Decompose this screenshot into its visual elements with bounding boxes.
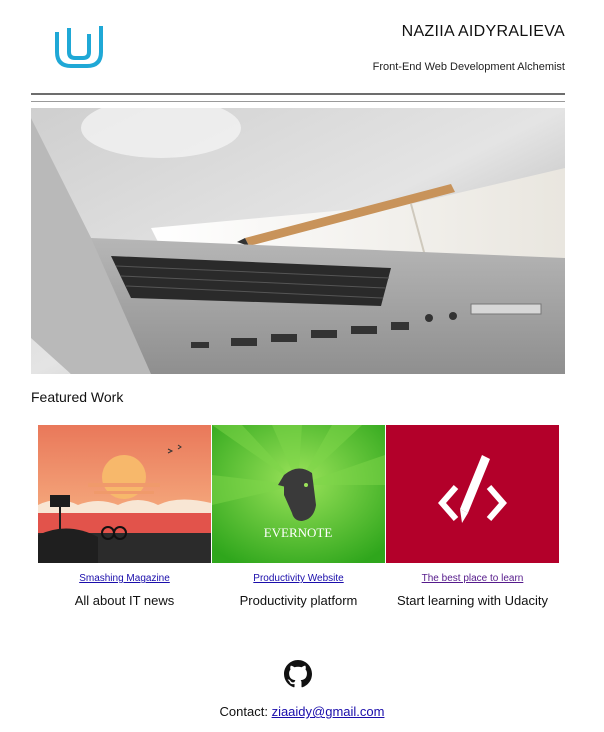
featured-work-heading: Featured Work [31,389,124,405]
productivity-website-link[interactable]: Productivity Website [212,573,385,584]
page-title: NAZIIA AIDYRALIEVA [401,23,565,40]
header-divider [31,93,565,95]
contact-label: Contact: [219,704,268,719]
featured-card-udacity: The best place to learn Start learning w… [386,425,559,608]
udacity-link[interactable]: The best place to learn [386,573,559,584]
email-link[interactable]: ziaaidy@gmail.com [272,704,385,719]
smashing-magazine-image[interactable] [38,425,211,563]
featured-card-evernote: EVERNOTE Productivity Website Productivi… [212,425,385,608]
card-description: Start learning with Udacity [396,593,548,608]
udacity-logo-icon[interactable] [53,22,105,70]
page-header: NAZIIA AIDYRALIEVA Front-End Web Develop… [31,0,565,90]
header-divider-thin [31,101,565,102]
card-description: Productivity platform [239,593,358,608]
smashing-magazine-link[interactable]: Smashing Magazine [38,573,211,584]
hero-image-laptop [31,108,565,374]
tagline: Front-End Web Development Alchemist [372,61,565,73]
featured-card-smashing: Smashing Magazine All about IT news [38,425,211,608]
github-icon[interactable] [284,660,312,688]
card-description: All about IT news [74,593,175,608]
contact-line: Contact: ziaaidy@gmail.com [0,704,604,719]
code-pencil-image[interactable] [386,425,559,563]
evernote-image[interactable]: EVERNOTE [212,425,385,563]
evernote-wordmark: EVERNOTE [264,525,333,540]
